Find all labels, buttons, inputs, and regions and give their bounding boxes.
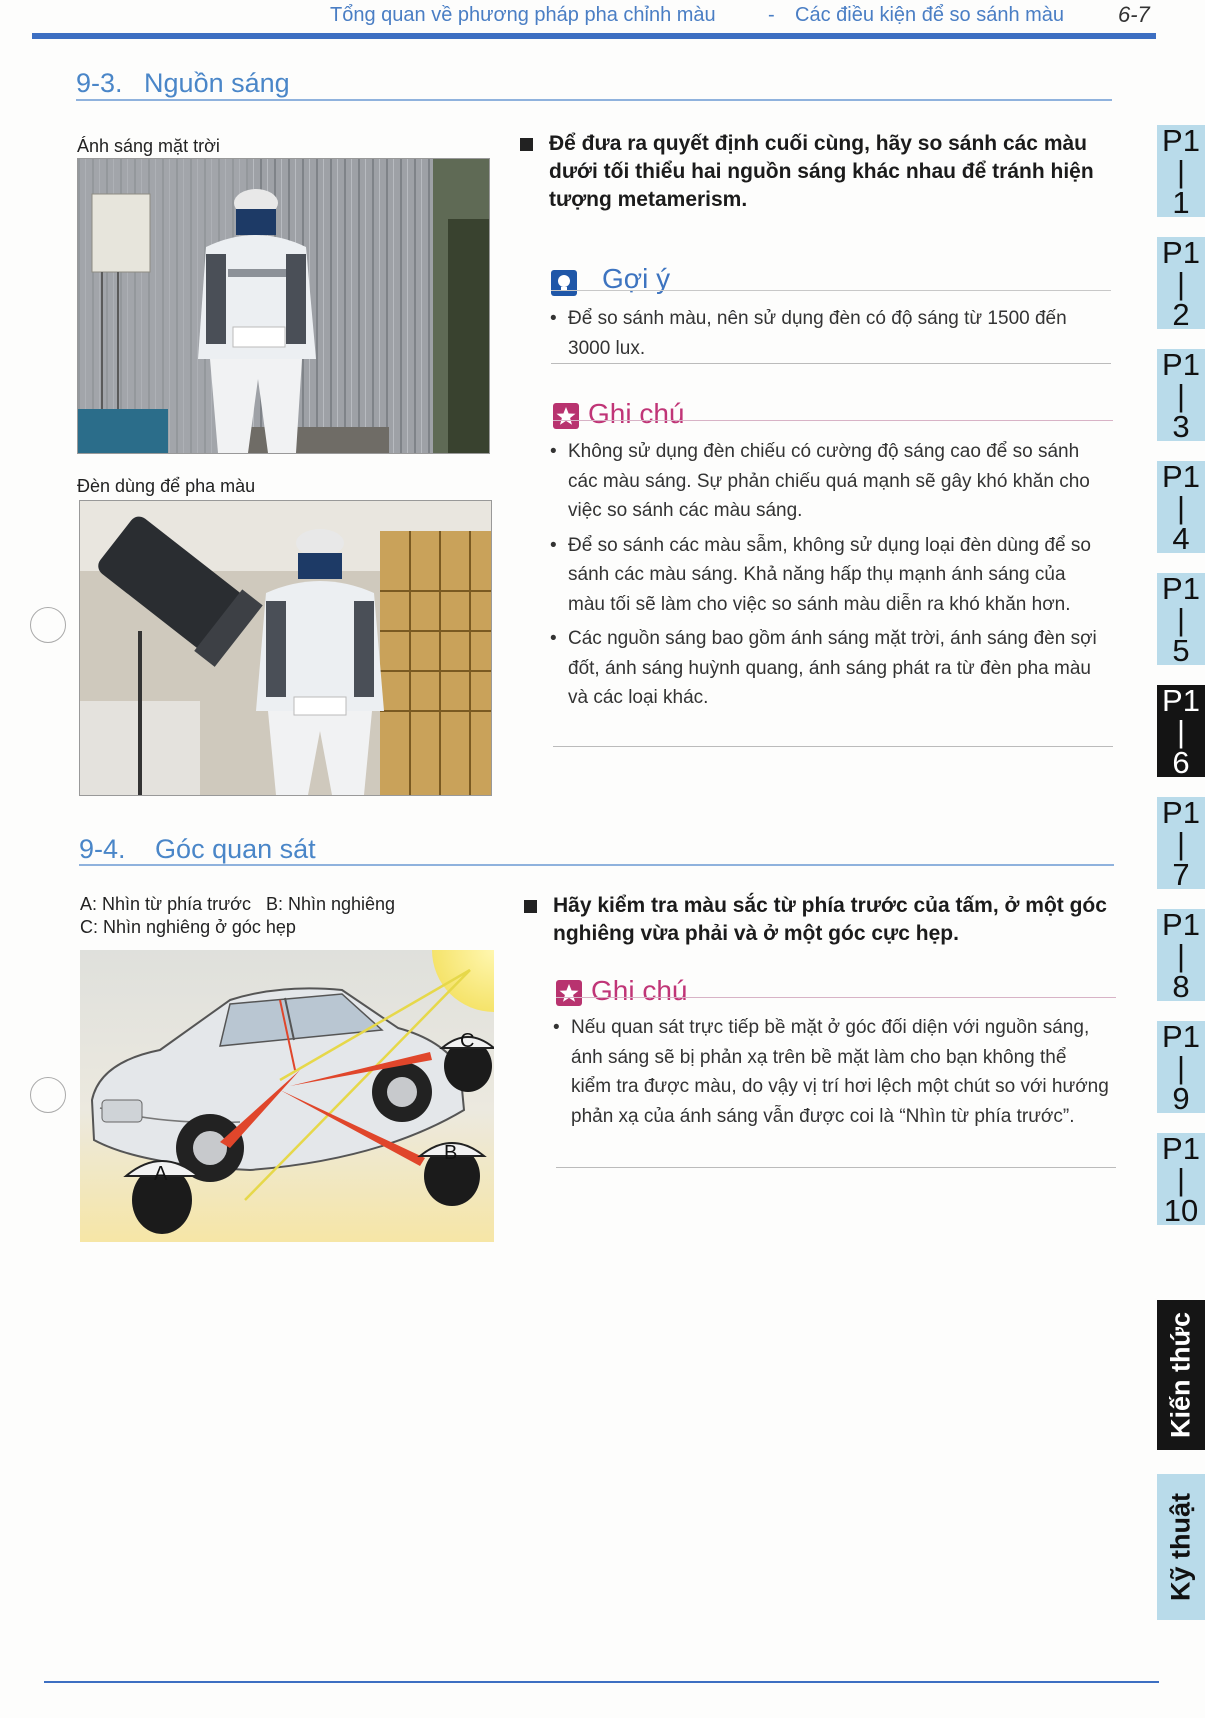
note-94-title: Ghi chú	[591, 975, 688, 1006]
side-tab-p1-3[interactable]: P1 | 3	[1157, 349, 1205, 442]
section-93-lead: Để đưa ra quyết định cuối cùng, hãy so s…	[549, 132, 1094, 211]
viewer-c-label: C	[460, 1030, 475, 1052]
section-93-rule	[76, 99, 1112, 101]
side-tab-p1-4[interactable]: P1 | 4	[1157, 461, 1205, 554]
list-item: Để so sánh các màu sẫm, không sử dụng lo…	[550, 531, 1105, 620]
note-94-title-rule	[556, 997, 1116, 998]
note-94-bottom-rule	[556, 1167, 1116, 1168]
side-tab-technique-label: Kỹ thuật	[1165, 1493, 1196, 1601]
page-number: 6-7	[1118, 2, 1150, 27]
section-93-title: Nguồn sáng	[144, 68, 290, 98]
binder-hole	[30, 607, 66, 643]
note-94-list: Nếu quan sát trực tiếp bề mặt ở góc đối …	[553, 1013, 1111, 1136]
header-title-left: Tổng quan về phương pháp pha chỉnh màu	[330, 4, 716, 26]
section-94-number: 9-4.	[79, 834, 126, 864]
hint-title-rule	[551, 290, 1111, 291]
list-item: Không sử dụng đèn chiếu có cường độ sáng…	[550, 437, 1105, 526]
list-item: Nếu quan sát trực tiếp bề mặt ở góc đối …	[553, 1013, 1111, 1131]
lead-bullet-square	[520, 138, 533, 151]
section-94-lead: Hãy kiểm tra màu sắc từ phía trước của t…	[553, 894, 1107, 945]
viewer-a-label: A	[154, 1163, 168, 1185]
side-tab-p1-7[interactable]: P1 | 7	[1157, 797, 1205, 890]
note-93-bottom-rule	[553, 746, 1113, 747]
photo-sunlight-caption: Ánh sáng mặt trời	[77, 136, 220, 156]
note-93-title: Ghi chú	[588, 398, 685, 429]
side-tab-knowledge[interactable]: Kiến thức	[1157, 1300, 1205, 1450]
section-93-heading: 9-3. Nguồn sáng	[76, 68, 290, 99]
section-93-number: 9-3.	[76, 68, 123, 98]
hint-list: Để so sánh màu, nên sử dụng đèn có độ sá…	[550, 304, 1095, 368]
list-item: Các nguồn sáng bao gồm ánh sáng mặt trời…	[550, 624, 1105, 713]
viewer-b-label: B	[444, 1142, 458, 1164]
header-title-right: Các điều kiện để so sánh màu	[795, 4, 1065, 26]
note-93-list: Không sử dụng đèn chiếu có cường độ sáng…	[550, 437, 1105, 718]
section-94-rule	[79, 864, 1114, 866]
footer-rule	[44, 1681, 1159, 1683]
side-tab-knowledge-label: Kiến thức	[1165, 1311, 1196, 1439]
header-separator: -	[768, 4, 775, 26]
side-tab-technique[interactable]: Kỹ thuật	[1157, 1474, 1205, 1620]
note-93-title-rule	[553, 420, 1113, 421]
angle-caption-line1: A: Nhìn từ phía trước B: Nhìn nghiêng	[80, 894, 396, 914]
side-tab-p1-2[interactable]: P1 | 2	[1157, 237, 1205, 330]
photo-sunlight	[77, 158, 490, 454]
star-icon	[553, 403, 579, 429]
viewing-angle-illustration: A B C	[80, 950, 494, 1242]
hint-bottom-rule	[551, 363, 1111, 364]
section-94-title: Góc quan sát	[155, 834, 316, 864]
side-tab-p1-10[interactable]: P1 | 10	[1157, 1133, 1205, 1226]
section-94-heading: 9-4. Góc quan sát	[79, 834, 316, 865]
lead-bullet-square	[524, 900, 537, 913]
list-item: Để so sánh màu, nên sử dụng đèn có độ sá…	[550, 304, 1095, 363]
angle-caption-line2: C: Nhìn nghiêng ở góc hẹp	[80, 917, 296, 937]
binder-hole	[30, 1077, 66, 1113]
side-tab-p1-5[interactable]: P1 | 5	[1157, 573, 1205, 666]
side-tab-p1-8[interactable]: P1 | 8	[1157, 909, 1205, 1002]
star-icon	[556, 980, 582, 1006]
side-tab-p1-9[interactable]: P1 | 9	[1157, 1021, 1205, 1114]
side-tab-p1-1[interactable]: P1 | 1	[1157, 125, 1205, 218]
side-tab-p1-6[interactable]: P1 | 6	[1157, 685, 1205, 778]
lightbulb-icon	[551, 270, 577, 296]
photo-color-lamp	[79, 500, 492, 796]
photo-lamp-caption: Đèn dùng để pha màu	[77, 476, 256, 496]
header-rule	[32, 33, 1156, 39]
